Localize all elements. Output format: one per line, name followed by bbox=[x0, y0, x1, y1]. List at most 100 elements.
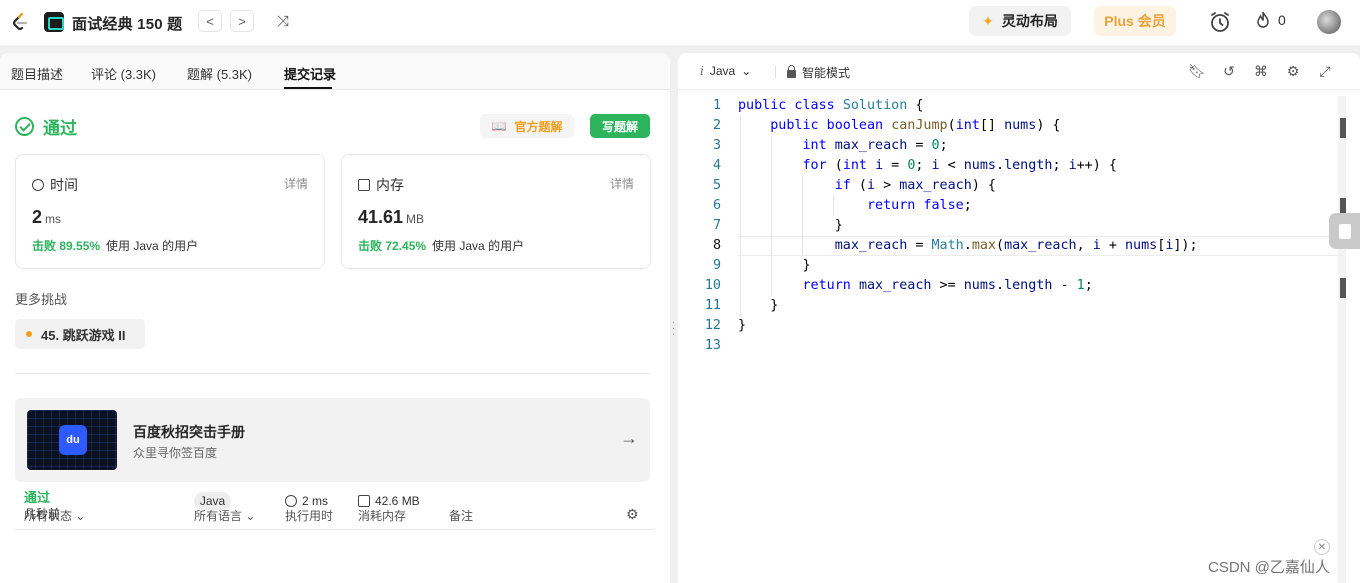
more-challenges-title: 更多挑战 bbox=[15, 292, 68, 307]
top-bar: 面试经典 150 题 < > ⤨ ✦ 灵动布局 Plus 会员 0 bbox=[0, 0, 1360, 45]
left-panel: 题目描述 评论 (3.3K) 题解 (5.3K) 提交记录 通过 📖 官方题解 … bbox=[0, 53, 670, 583]
code-line: max_reach = Math.max(max_reach, i + nums… bbox=[834, 238, 1198, 253]
ad-subtitle: 众里寻你签百度 bbox=[133, 446, 218, 460]
editor-toolbar: i Java ⌄ 智能模式 🔖︎ ↺ ⌘ ⚙ ⤢ bbox=[678, 53, 1360, 90]
info-icon: i bbox=[700, 64, 704, 78]
prev-problem-button[interactable]: < bbox=[198, 10, 222, 32]
chevron-down-icon: ⌄ bbox=[741, 64, 752, 78]
tab-comments[interactable]: 评论 (3.3K) bbox=[91, 64, 156, 83]
chip-icon bbox=[358, 179, 370, 191]
mode-label: 智能模式 bbox=[802, 66, 851, 80]
code-line: if (i > max_reach) { bbox=[834, 178, 996, 193]
header-memory: 消耗内存 bbox=[358, 509, 407, 523]
chevron-down-icon: ⌄ bbox=[75, 509, 86, 523]
tab-solutions[interactable]: 题解 (5.3K) bbox=[187, 64, 252, 83]
tab-submissions[interactable]: 提交记录 bbox=[284, 64, 336, 83]
line-number: 2 bbox=[712, 118, 721, 133]
active-tab-indicator bbox=[284, 87, 332, 89]
line-number: 4 bbox=[712, 158, 721, 173]
alarm-clock-icon[interactable] bbox=[1208, 10, 1232, 34]
code-line: } bbox=[738, 298, 779, 313]
close-icon[interactable]: ✕ bbox=[1314, 539, 1330, 555]
chip-icon bbox=[358, 495, 370, 507]
memory-value: 41.61 bbox=[358, 207, 404, 227]
write-solution-button[interactable]: 写题解 bbox=[590, 114, 650, 138]
official-solution-button[interactable]: 📖 官方题解 bbox=[480, 114, 574, 138]
dynamic-layout-button[interactable]: ✦ 灵动布局 bbox=[969, 6, 1071, 36]
gear-icon[interactable]: ⚙ bbox=[626, 506, 639, 523]
code-line: public boolean canJump(int[] nums) { bbox=[770, 118, 1061, 133]
line-number: 10 bbox=[704, 278, 721, 293]
notes-side-tab[interactable] bbox=[1329, 213, 1360, 249]
runtime-detail-link[interactable]: 详情 bbox=[284, 175, 308, 192]
ad-title: 百度秋招突击手册 bbox=[133, 424, 245, 440]
tab-description[interactable]: 题目描述 bbox=[11, 64, 63, 83]
memory-beat-percent: 击败 72.45% bbox=[358, 239, 427, 253]
runtime-card[interactable]: 时间 详情 2 ms 击败 89.55% 使用 Java 的用户 bbox=[15, 154, 325, 269]
runtime-beat-percent: 击败 89.55% bbox=[32, 239, 101, 253]
challenge-label: 45. 跳跃游戏 II bbox=[41, 327, 126, 343]
divider bbox=[15, 373, 650, 374]
line-number: 11 bbox=[704, 298, 721, 313]
code-line: return max_reach >= nums.length - 1; bbox=[802, 278, 1093, 293]
lock-icon bbox=[787, 65, 796, 78]
watermark: CSDN @乙嘉仙人 bbox=[1208, 559, 1330, 576]
note-icon bbox=[1338, 223, 1351, 239]
code-editor[interactable]: 1 public class Solution { 2 public boolea… bbox=[678, 96, 1360, 583]
row-status[interactable]: 通过 bbox=[24, 487, 50, 506]
plus-membership-button[interactable]: Plus 会员 bbox=[1094, 6, 1176, 36]
ad-image: du bbox=[27, 410, 117, 470]
arrow-right-icon[interactable]: → bbox=[620, 428, 638, 449]
chevron-right-icon: > bbox=[238, 13, 246, 29]
runtime-unit: ms bbox=[45, 212, 62, 226]
leetcode-logo-icon[interactable] bbox=[10, 12, 30, 32]
reset-icon[interactable]: ↺ bbox=[1221, 63, 1237, 79]
runtime-label: 时间 bbox=[50, 177, 78, 193]
code-line: int max_reach = 0; bbox=[802, 138, 948, 153]
avatar[interactable] bbox=[1317, 10, 1341, 34]
dynamic-layout-label: 灵动布局 bbox=[1001, 13, 1058, 29]
clock-icon bbox=[285, 495, 297, 507]
code-line: for (int i = 0; i < nums.length; i++) { bbox=[802, 158, 1117, 173]
memory-unit: MB bbox=[406, 212, 425, 226]
line-number: 9 bbox=[712, 258, 721, 273]
memory-detail-link[interactable]: 详情 bbox=[610, 175, 634, 192]
chevron-down-icon: ⌄ bbox=[245, 509, 256, 523]
shortcut-icon[interactable]: ⌘ bbox=[1253, 63, 1269, 79]
code-line: public class Solution { bbox=[738, 98, 924, 113]
challenge-item[interactable]: 45. 跳跃游戏 II bbox=[15, 319, 145, 349]
settings-gear-icon[interactable]: ⚙ bbox=[1285, 63, 1301, 79]
streak-counter[interactable]: 0 bbox=[1256, 11, 1286, 28]
panel-resize-handle[interactable]: · · · bbox=[671, 318, 676, 344]
status-label: 通过 bbox=[43, 119, 77, 138]
line-number: 7 bbox=[712, 218, 721, 233]
tab-bar: 题目描述 评论 (3.3K) 题解 (5.3K) 提交记录 bbox=[0, 53, 670, 90]
next-problem-button[interactable]: > bbox=[230, 10, 254, 32]
study-plan-title[interactable]: 面试经典 150 题 bbox=[72, 13, 182, 34]
code-line: } bbox=[738, 258, 811, 273]
toolbar-divider bbox=[775, 66, 776, 78]
line-number: 1 bbox=[712, 98, 721, 113]
line-number: 13 bbox=[704, 338, 721, 353]
ad-banner[interactable]: du 百度秋招突击手册 众里寻你签百度 → bbox=[15, 398, 650, 482]
memory-card[interactable]: 内存 详情 41.61 MB 击败 72.45% 使用 Java 的用户 bbox=[341, 154, 651, 269]
shuffle-icon[interactable]: ⤨ bbox=[272, 10, 294, 32]
study-plan-icon[interactable] bbox=[44, 12, 64, 32]
streak-count: 0 bbox=[1278, 11, 1286, 28]
chevron-left-icon: < bbox=[206, 13, 214, 29]
submission-status: 通过 bbox=[15, 114, 77, 139]
editor-mode[interactable]: 智能模式 bbox=[787, 64, 850, 81]
language-select[interactable]: i Java ⌄ bbox=[700, 64, 751, 78]
check-circle-icon bbox=[15, 117, 34, 136]
clock-icon bbox=[32, 179, 44, 191]
book-icon: 📖 bbox=[491, 119, 507, 133]
language-label: Java bbox=[709, 64, 736, 78]
memory-label: 内存 bbox=[376, 177, 404, 193]
bookmark-icon[interactable]: 🔖︎ bbox=[1188, 63, 1206, 79]
row-time: 几秒前 bbox=[24, 507, 61, 521]
header-notes: 备注 bbox=[449, 509, 474, 523]
line-number: 6 bbox=[712, 198, 721, 213]
fullscreen-icon[interactable]: ⤢ bbox=[1317, 63, 1333, 79]
fire-icon bbox=[1257, 11, 1269, 28]
row-memory: 42.6 MB bbox=[375, 494, 420, 508]
